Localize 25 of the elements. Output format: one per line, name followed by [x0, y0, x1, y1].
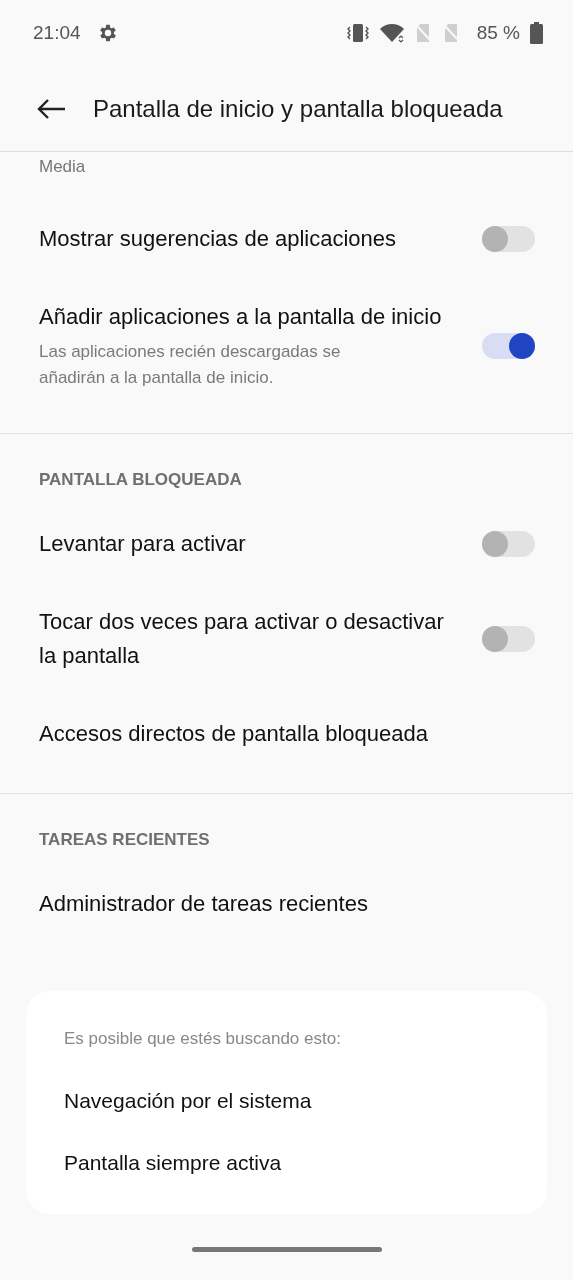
vibrate-icon [346, 23, 369, 43]
wifi-icon [378, 23, 405, 43]
battery-percent: 85 % [476, 22, 520, 44]
home-indicator[interactable] [191, 1247, 382, 1252]
setting-title: Tocar dos veces para activar o desactivar la pantalla [39, 608, 445, 670]
status-time: 21:04 [33, 22, 81, 44]
battery-icon [530, 22, 543, 44]
setting-title: Mostrar sugerencias de aplicaciones [39, 225, 398, 253]
suggestion-link[interactable]: Pantalla siempre activa [64, 1132, 509, 1194]
suggestion-link[interactable]: Navegación por el sistema [64, 1070, 509, 1132]
toggle-switch[interactable] [482, 332, 535, 359]
setting-title[interactable]: Accesos directos de pantalla bloqueada [39, 717, 535, 751]
toggle-switch[interactable] [482, 626, 535, 652]
setting-caption: Media [38, 156, 87, 178]
page-title: Pantalla de inicio y pantalla bloqueada [93, 94, 503, 123]
section-header: PANTALLA BLOQUEADA [38, 469, 243, 491]
setting-title: Añadir aplicaciones a la pantalla de inicio [39, 303, 443, 331]
toggle-switch[interactable] [482, 531, 535, 557]
section-header: TAREAS RECIENTES [38, 829, 211, 851]
toggle-switch[interactable] [482, 226, 535, 252]
back-button[interactable] [36, 97, 66, 120]
setting-title[interactable]: Administrador de tareas recientes [39, 887, 535, 921]
suggestions-caption: Es posible que estés buscando esto: [64, 1028, 342, 1050]
setting-title: Levantar para activar [39, 530, 247, 558]
setting-description: Las aplicaciones recién descargadas se añadirán a la pantalla de inicio. [39, 341, 342, 389]
